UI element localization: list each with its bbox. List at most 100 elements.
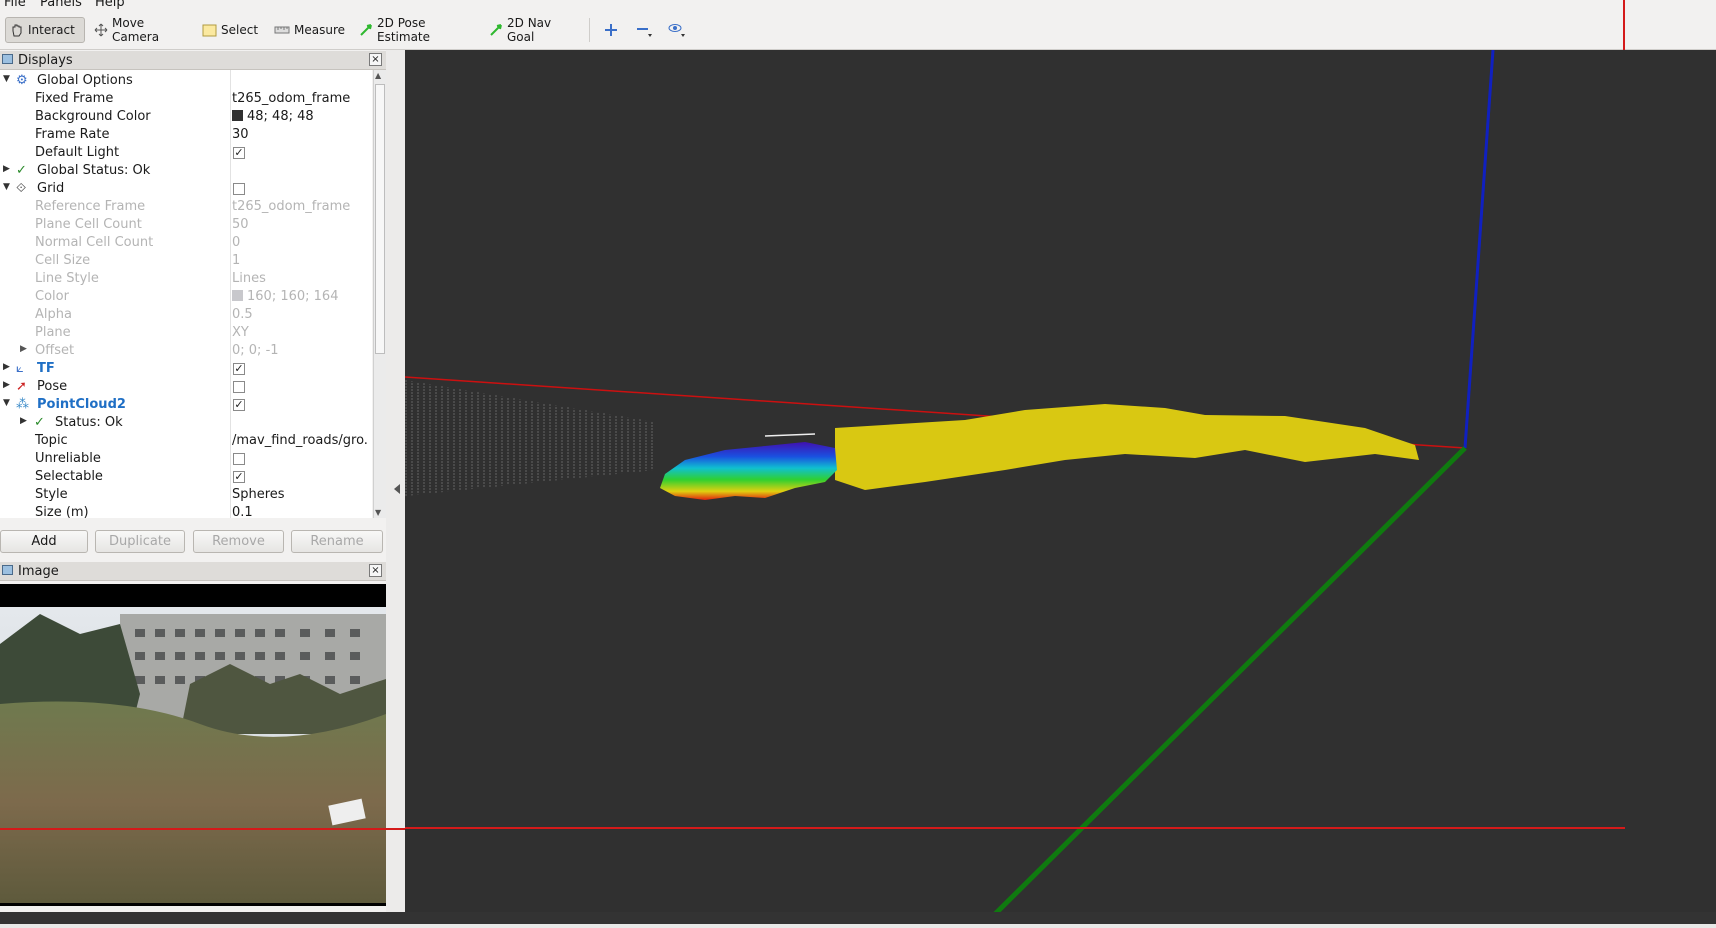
move-camera-label: Move Camera [112, 16, 160, 44]
tree-row-unreliable[interactable]: Unreliable [0, 450, 372, 468]
marker-line [764, 433, 816, 437]
line-style-value[interactable]: Lines [232, 271, 266, 286]
tree-row-plane[interactable]: Plane XY [0, 324, 372, 342]
interact-tool-button[interactable]: Interact [5, 17, 85, 43]
add-tool-button[interactable] [600, 17, 620, 43]
background-color-text: 48; 48; 48 [247, 109, 314, 124]
tree-row-style[interactable]: Style Spheres [0, 486, 372, 504]
size-value[interactable]: 0.1 [232, 505, 253, 518]
tree-row-topic[interactable]: Topic /mav_find_roads/gro. [0, 432, 372, 450]
expand-arrow-icon[interactable]: ▼ [3, 398, 10, 408]
pointcloud2-enabled-checkbox[interactable]: ✓ [233, 399, 245, 411]
tree-row-pointcloud-status[interactable]: ▶ ✓ Status: Ok [0, 414, 372, 432]
reference-frame-value[interactable]: t265_odom_frame [232, 199, 350, 214]
tree-row-normal-cell-count[interactable]: Normal Cell Count 0 [0, 234, 372, 252]
tree-row-global-status[interactable]: ▶ ✓ Global Status: Ok [0, 162, 372, 180]
tree-row-cell-size[interactable]: Cell Size 1 [0, 252, 372, 270]
nav-goal-tool-button[interactable]: 2D Nav Goal [485, 16, 577, 44]
tree-row-frame-rate[interactable]: Frame Rate 30 [0, 126, 372, 144]
close-icon[interactable]: × [369, 564, 382, 577]
scroll-up-icon[interactable]: ▲ [375, 71, 381, 80]
rename-button[interactable]: Rename [291, 530, 383, 553]
menu-panels[interactable]: Panels [40, 0, 82, 10]
image-title: Image [18, 563, 59, 579]
expand-arrow-icon[interactable]: ▼ [3, 74, 10, 84]
duplicate-button[interactable]: Duplicate [95, 530, 185, 553]
scrollbar-thumb[interactable] [375, 84, 385, 354]
expand-arrow-icon[interactable]: ▶ [3, 380, 10, 390]
tree-row-global-options[interactable]: ▼ ⚙ Global Options [0, 72, 372, 90]
tree-row-color[interactable]: Color 160; 160; 164 [0, 288, 372, 306]
move-camera-tool-button[interactable]: Move Camera [90, 16, 186, 44]
toolbar-divider [589, 18, 590, 42]
select-tool-button[interactable]: Select [198, 17, 260, 43]
grid-color-value[interactable]: 160; 160; 164 [232, 289, 338, 304]
tree-row-pose[interactable]: ▶ ➚ Pose [0, 378, 372, 396]
tree-row-tf[interactable]: ▶ ⟀ TF ✓ [0, 360, 372, 378]
nav-goal-label: 2D Nav Goal [507, 16, 552, 44]
3d-viewport[interactable] [404, 49, 1716, 926]
close-icon[interactable]: × [369, 53, 382, 66]
collapse-arrow-icon[interactable] [394, 484, 400, 494]
measure-tool-button[interactable]: Measure [270, 17, 345, 43]
add-button[interactable]: Add [0, 530, 88, 553]
tree-row-size[interactable]: Size (m) 0.1 [0, 504, 372, 518]
normal-cell-count-value[interactable]: 0 [232, 235, 240, 250]
property-name: Background Color [35, 109, 151, 124]
fixed-frame-value[interactable]: t265_odom_frame [232, 91, 350, 106]
tree-row-line-style[interactable]: Line Style Lines [0, 270, 372, 288]
expand-arrow-icon[interactable]: ▶ [3, 164, 10, 174]
unreliable-checkbox[interactable] [233, 453, 245, 465]
scroll-down-icon[interactable]: ▼ [375, 508, 381, 517]
select-box-icon [202, 24, 217, 36]
displays-tree: ▼ ⚙ Global Options Fixed Frame t265_odom… [0, 70, 372, 518]
tree-row-pointcloud2[interactable]: ▼ ⁂ PointCloud2 ✓ [0, 396, 372, 414]
plane-cell-count-value[interactable]: 50 [232, 217, 249, 232]
frame-rate-value[interactable]: 30 [232, 127, 249, 142]
background-color-value[interactable]: 48; 48; 48 [232, 109, 314, 124]
tree-row-grid[interactable]: ▼ ⟐ Grid [0, 180, 372, 198]
camera-image [0, 584, 386, 906]
alpha-value[interactable]: 0.5 [232, 307, 253, 322]
grid-enabled-checkbox[interactable] [233, 183, 245, 195]
property-name: Fixed Frame [35, 91, 114, 106]
displays-scrollbar[interactable]: ▲ ▼ [373, 70, 386, 518]
expand-arrow-icon[interactable]: ▶ [3, 362, 10, 372]
tree-row-plane-cell-count[interactable]: Plane Cell Count 50 [0, 216, 372, 234]
displays-button-row: Add Duplicate Remove Rename [0, 530, 386, 554]
tree-row-offset[interactable]: ▶ Offset 0; 0; -1 [0, 342, 372, 360]
global-status-label: Global Status: Ok [37, 163, 151, 178]
remove-tool-button[interactable] [632, 17, 654, 43]
default-light-checkbox[interactable]: ✓ [233, 147, 245, 159]
expand-arrow-icon[interactable]: ▼ [3, 182, 10, 192]
tf-enabled-checkbox[interactable]: ✓ [233, 363, 245, 375]
expand-arrow-icon[interactable]: ▶ [20, 344, 27, 354]
tree-row-background-color[interactable]: Background Color 48; 48; 48 [0, 108, 372, 126]
displays-title: Displays [18, 52, 73, 68]
selectable-checkbox[interactable]: ✓ [233, 471, 245, 483]
image-panel-title: Image × [0, 562, 386, 581]
plane-value[interactable]: XY [232, 325, 249, 340]
topic-value[interactable]: /mav_find_roads/gro. [232, 433, 368, 448]
tree-row-fixed-frame[interactable]: Fixed Frame t265_odom_frame [0, 90, 372, 108]
menu-help[interactable]: Help [95, 0, 125, 10]
checkmark-icon: ✓ [16, 163, 27, 178]
camera-view-tool-button[interactable] [664, 17, 688, 43]
tree-row-selectable[interactable]: Selectable ✓ [0, 468, 372, 486]
tree-row-default-light[interactable]: Default Light ✓ [0, 144, 372, 162]
image-icon [2, 565, 13, 575]
pointcloud-icon: ⁂ [16, 397, 29, 412]
menu-file[interactable]: File [4, 0, 26, 10]
offset-value[interactable]: 0; 0; -1 [232, 343, 279, 358]
dock-splitter[interactable] [386, 50, 405, 924]
pose-enabled-checkbox[interactable] [233, 381, 245, 393]
tree-row-alpha[interactable]: Alpha 0.5 [0, 306, 372, 324]
style-value[interactable]: Spheres [232, 487, 285, 502]
pose-estimate-tool-button[interactable]: 2D Pose Estimate [355, 16, 470, 44]
property-name: Line Style [35, 271, 99, 286]
tree-row-reference-frame[interactable]: Reference Frame t265_odom_frame [0, 198, 372, 216]
cell-size-value[interactable]: 1 [232, 253, 240, 268]
property-name: Topic [35, 433, 68, 448]
expand-arrow-icon[interactable]: ▶ [20, 416, 27, 426]
remove-button[interactable]: Remove [193, 530, 284, 553]
